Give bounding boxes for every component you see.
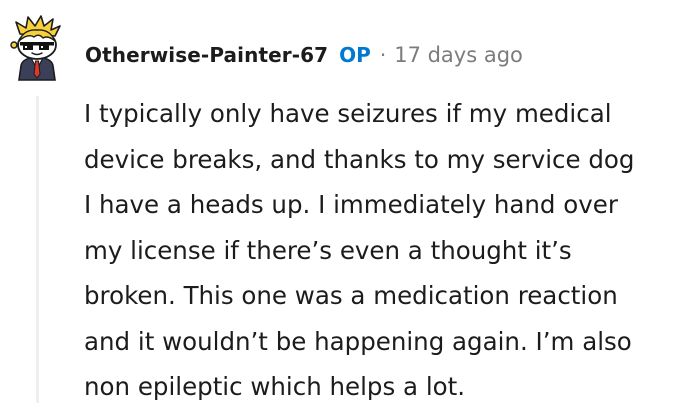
comment-body-line: I have a heads up. I immediately hand ov…: [84, 190, 618, 219]
comment-body-line: my license if there’s even a thought it’…: [84, 235, 572, 265]
thread-collapse-line[interactable]: [36, 96, 39, 403]
comment-body-line: I typically only have seizures if my med…: [84, 99, 612, 128]
meta-separator: ·: [379, 43, 387, 67]
timestamp-link[interactable]: 17 days ago: [394, 38, 523, 72]
comment-body: I typically only have seizures if my med…: [84, 91, 696, 410]
comment-body-line: and it wouldn’t be happening again. I’m …: [84, 326, 632, 356]
snoo-avatar-icon[interactable]: [6, 14, 68, 82]
comment: Otherwise-Painter-67 OP · 17 days ago I …: [0, 0, 700, 403]
comment-header: Otherwise-Painter-67 OP · 17 days ago: [85, 38, 523, 72]
op-badge: OP: [339, 43, 371, 67]
comment-body-line: device breaks, and thanks to my service …: [84, 144, 635, 174]
comment-body-line: broken. This one was a medication reacti…: [84, 281, 618, 310]
username-link[interactable]: Otherwise-Painter-67: [85, 38, 328, 72]
comment-body-line: non epileptic which helps a lot.: [84, 372, 466, 401]
